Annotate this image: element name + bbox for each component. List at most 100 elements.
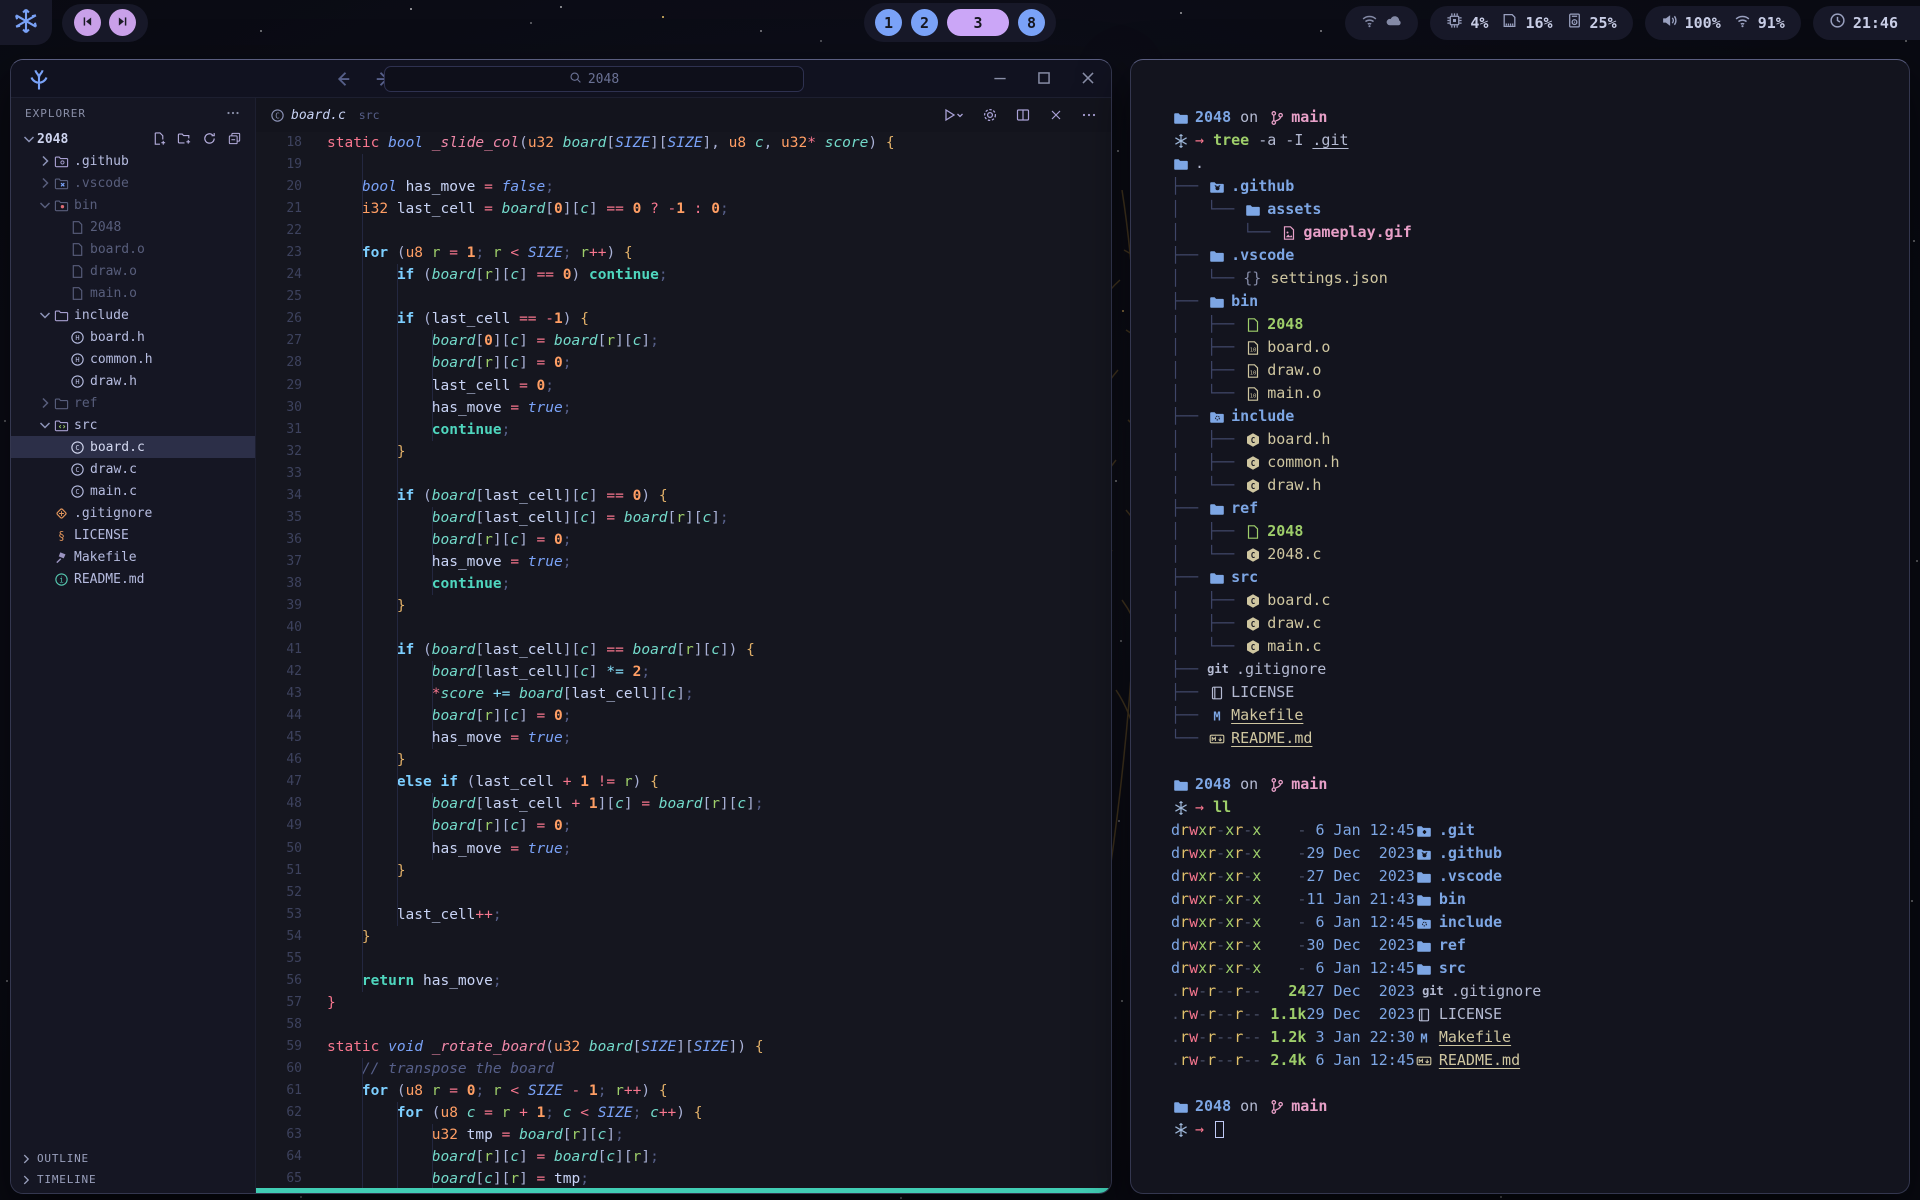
sidebar-item--github[interactable]: .github	[11, 150, 255, 172]
indent-guide	[432, 551, 433, 573]
sidebar-section-timeline[interactable]: TIMELINE	[11, 1169, 255, 1190]
line-number: 62	[256, 1102, 302, 1124]
sidebar-item-board-h[interactable]: Hboard.h	[11, 326, 255, 348]
indent-guide	[362, 397, 363, 419]
cfill-icon: C	[1244, 478, 1261, 494]
terminal-line-4: │ └── assets	[1171, 198, 1899, 221]
sidebar-item-draw-h[interactable]: Hdraw.h	[11, 370, 255, 392]
tab-board-c[interactable]: C board.c src	[270, 108, 380, 123]
line-number: 57	[256, 992, 302, 1014]
new-file-button[interactable]	[152, 131, 168, 147]
item-label: board.o	[90, 242, 145, 257]
folder-icon	[1416, 869, 1433, 885]
mletter-icon: M	[1208, 708, 1225, 724]
folder-icon	[1208, 294, 1225, 310]
line-number: 58	[256, 1014, 302, 1036]
command-search-box[interactable]: 2048	[384, 66, 804, 92]
collapse-folders-button[interactable]	[227, 131, 243, 147]
hammer-icon	[53, 549, 69, 565]
split-editor-button[interactable]	[1015, 107, 1031, 123]
sidebar-item-src[interactable]: src	[11, 414, 255, 436]
memory-usage: 16%	[1525, 14, 1552, 32]
sidebar-section-outline[interactable]: OUTLINE	[11, 1148, 255, 1169]
code-editor[interactable]: 18static bool _slide_col(u32 board[SIZE]…	[256, 132, 1111, 1190]
sidebar-item-draw-o[interactable]: draw.o	[11, 260, 255, 282]
media-previous-button[interactable]	[74, 9, 101, 36]
indent-guide	[362, 727, 363, 749]
minimize-button[interactable]	[991, 69, 1009, 87]
indent-guide	[432, 375, 433, 397]
sidebar-item-ref[interactable]: ref	[11, 392, 255, 414]
item-label: draw.h	[90, 374, 137, 389]
close-button[interactable]	[1079, 69, 1097, 87]
explorer-more-actions-button[interactable]	[225, 105, 241, 121]
line-number: 61	[256, 1080, 302, 1102]
srcfolder-icon	[53, 417, 69, 433]
terminal-window[interactable]: 2048 on main→ tree -a -I .git.├── .githu…	[1130, 59, 1910, 1194]
cfill-icon: C	[1244, 639, 1261, 655]
workspace-3-active[interactable]: 3	[947, 9, 1009, 36]
editor-titlebar[interactable]: 2048	[11, 60, 1111, 98]
indent-guide	[362, 485, 363, 507]
indent-guide	[397, 1168, 398, 1190]
indent-guide	[397, 286, 398, 308]
indent-guide	[432, 793, 433, 815]
close-editor-button[interactable]	[1048, 107, 1064, 123]
hring-icon: H	[69, 373, 85, 389]
terminal-line-16: │ └── Cdraw.h	[1171, 474, 1899, 497]
sidebar-item-main-o[interactable]: main.o	[11, 282, 255, 304]
settings-gear-icon[interactable]	[982, 107, 998, 123]
indent-guide	[397, 771, 398, 793]
indent-guide	[362, 441, 363, 463]
workspace-1[interactable]: 1	[875, 9, 902, 36]
navigate-back-button[interactable]	[333, 69, 353, 89]
more-actions-button[interactable]	[1081, 107, 1097, 123]
sidebar-item-2048[interactable]: 2048	[11, 128, 255, 150]
indent-guide	[397, 617, 398, 639]
refresh-explorer-button[interactable]	[202, 131, 218, 147]
sidebar-item-board-o[interactable]: board.o	[11, 238, 255, 260]
line-number: 35	[256, 507, 302, 529]
terminal-line-42	[1171, 1072, 1899, 1095]
svg-text:C: C	[75, 487, 79, 496]
nix-launcher-button[interactable]	[0, 0, 52, 45]
code-line-62: 62for (u8 c = r + 1; c < SIZE; c++) {	[256, 1102, 1111, 1124]
ghfolder-icon	[1208, 179, 1225, 195]
snow-icon	[1172, 800, 1189, 816]
line-number: 46	[256, 749, 302, 771]
line-number: 56	[256, 970, 302, 992]
sidebar-item-draw-c[interactable]: Cdraw.c	[11, 458, 255, 480]
sidebar-item-2048[interactable]: 2048	[11, 216, 255, 238]
media-controls	[62, 4, 148, 42]
item-label: 2048	[37, 132, 68, 147]
hring-icon: H	[69, 329, 85, 345]
sidebar-item--vscode[interactable]: .vscode	[11, 172, 255, 194]
sidebar-item-main-c[interactable]: Cmain.c	[11, 480, 255, 502]
workspace-2[interactable]: 2	[911, 9, 938, 36]
indent-guide	[432, 573, 433, 595]
code-line-49: 49board[r][c] = 0;	[256, 815, 1111, 837]
sidebar-item-license[interactable]: §LICENSE	[11, 524, 255, 546]
svg-text:C: C	[75, 443, 79, 452]
sidebar-item-readme-md[interactable]: iREADME.md	[11, 568, 255, 590]
media-next-button[interactable]	[109, 9, 136, 36]
new-folder-button[interactable]	[177, 131, 193, 147]
run-debug-button[interactable]	[941, 107, 965, 123]
sidebar-item-bin[interactable]: bin	[11, 194, 255, 216]
sidebar-item-makefile[interactable]: Makefile	[11, 546, 255, 568]
workspace-8[interactable]: 8	[1018, 9, 1045, 36]
terminal-line-8: ├── bin	[1171, 290, 1899, 313]
indent-guide	[397, 838, 398, 860]
terminal-line-32: drwxr-xr-x -29 Dec 2023.github	[1171, 842, 1899, 865]
sidebar-item--gitignore[interactable]: .gitignore	[11, 502, 255, 524]
sidebar-item-board-c[interactable]: Cboard.c	[11, 436, 255, 458]
code-line-51: 51}	[256, 860, 1111, 882]
terminal-line-2: .	[1171, 152, 1899, 175]
code-line-52: 52	[256, 882, 1111, 904]
maximize-button[interactable]	[1035, 69, 1053, 87]
svg-text:C: C	[75, 465, 79, 474]
sidebar-item-include[interactable]: include	[11, 304, 255, 326]
sidebar-item-common-h[interactable]: Hcommon.h	[11, 348, 255, 370]
gearfolder-icon	[1208, 409, 1225, 425]
indent-guide	[432, 352, 433, 374]
